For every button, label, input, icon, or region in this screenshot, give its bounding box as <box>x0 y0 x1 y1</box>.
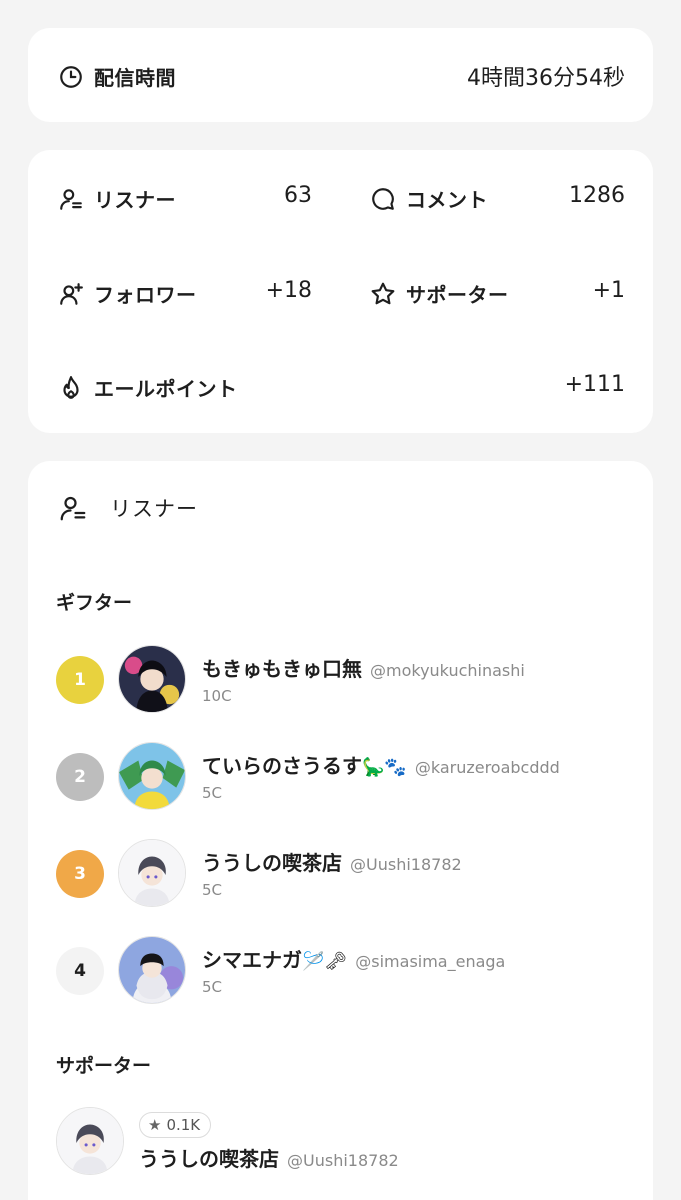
gifter-name: ていらのさうるす🦕🐾 @karuzeroabcddd <box>202 754 560 778</box>
avatar[interactable] <box>118 936 186 1004</box>
star-icon <box>370 281 396 307</box>
gifter-name: もきゅもきゅ口無 @mokyukuchinashi <box>202 657 525 681</box>
gifter-handle: @karuzeroabcddd <box>414 758 560 777</box>
clock-icon <box>58 64 84 90</box>
stream-time-row: 配信時間 <box>58 62 176 91</box>
rank-badge: 2 <box>56 753 104 801</box>
rank-badge: 4 <box>56 947 104 995</box>
gifter-coins: 5C <box>202 978 223 996</box>
stream-time-value: 4時間36分54秒 <box>467 66 625 91</box>
gifter-handle: @simasima_enaga <box>355 952 506 971</box>
listeners-card: リスナー ギフター 1 もきゅもきゅ口無 @mokyukuchinashi 10C… <box>28 461 653 1200</box>
stat-comments: コメント <box>370 184 488 213</box>
supporter-name: ううしの喫茶店 @Uushi18782 <box>139 1147 399 1171</box>
follower-icon <box>58 281 84 307</box>
stat-supporters-label: サポーター <box>406 283 509 307</box>
listener-icon <box>58 186 84 212</box>
gifter-name: ううしの喫茶店 @Uushi18782 <box>202 851 462 875</box>
stream-time-label: 配信時間 <box>94 66 176 90</box>
stat-yell-points-label: エールポイント <box>94 377 238 401</box>
gifter-heading: ギフター <box>56 592 133 614</box>
listener-icon <box>58 493 88 523</box>
stat-followers: フォロワー <box>58 279 197 308</box>
avatar[interactable] <box>56 1107 124 1175</box>
gifter-coins: 5C <box>202 784 223 802</box>
supporter-badge-value: 0.1K <box>166 1116 201 1134</box>
rank-badge: 3 <box>56 850 104 898</box>
stream-time-card: 配信時間 4時間36分54秒 <box>28 28 653 122</box>
listeners-header: リスナー <box>58 493 198 523</box>
avatar[interactable] <box>118 742 186 810</box>
stat-yell-points-value: +111 <box>564 372 625 397</box>
gifter-handle: @mokyukuchinashi <box>370 661 525 680</box>
stat-comments-label: コメント <box>406 188 488 212</box>
stat-followers-label: フォロワー <box>94 283 197 307</box>
supporter-badge: ★ 0.1K <box>139 1112 212 1138</box>
stat-listeners-label: リスナー <box>94 188 176 212</box>
stat-yell-points: エールポイント <box>58 373 238 402</box>
stat-listeners-value: 63 <box>284 183 312 208</box>
gifter-emoji: 🪡🗝 <box>302 951 348 972</box>
stat-supporters: サポーター <box>370 279 509 308</box>
rank-badge: 1 <box>56 656 104 704</box>
stat-listeners: リスナー <box>58 184 176 213</box>
gifter-name: シマエナガ🪡🗝 @simasima_enaga <box>202 948 506 972</box>
gifter-coins: 5C <box>202 881 223 899</box>
stat-followers-value: +18 <box>265 278 312 303</box>
stats-card: リスナー 63 コメント 1286 フォロワー +18 サポーター +1 エール… <box>28 150 653 433</box>
gifter-handle: @Uushi18782 <box>350 855 462 874</box>
comment-icon <box>370 186 396 212</box>
avatar[interactable] <box>118 839 186 907</box>
stat-supporters-value: +1 <box>592 278 625 303</box>
listeners-title: リスナー <box>110 497 198 521</box>
star-icon: ★ <box>148 1116 162 1134</box>
supporter-handle: @Uushi18782 <box>287 1151 399 1170</box>
gifter-coins: 10C <box>202 687 232 705</box>
stat-comments-value: 1286 <box>569 183 625 208</box>
flame-icon <box>58 375 84 401</box>
gifter-emoji: 🦕🐾 <box>362 757 407 778</box>
avatar[interactable] <box>118 645 186 713</box>
supporter-heading: サポーター <box>56 1055 152 1077</box>
